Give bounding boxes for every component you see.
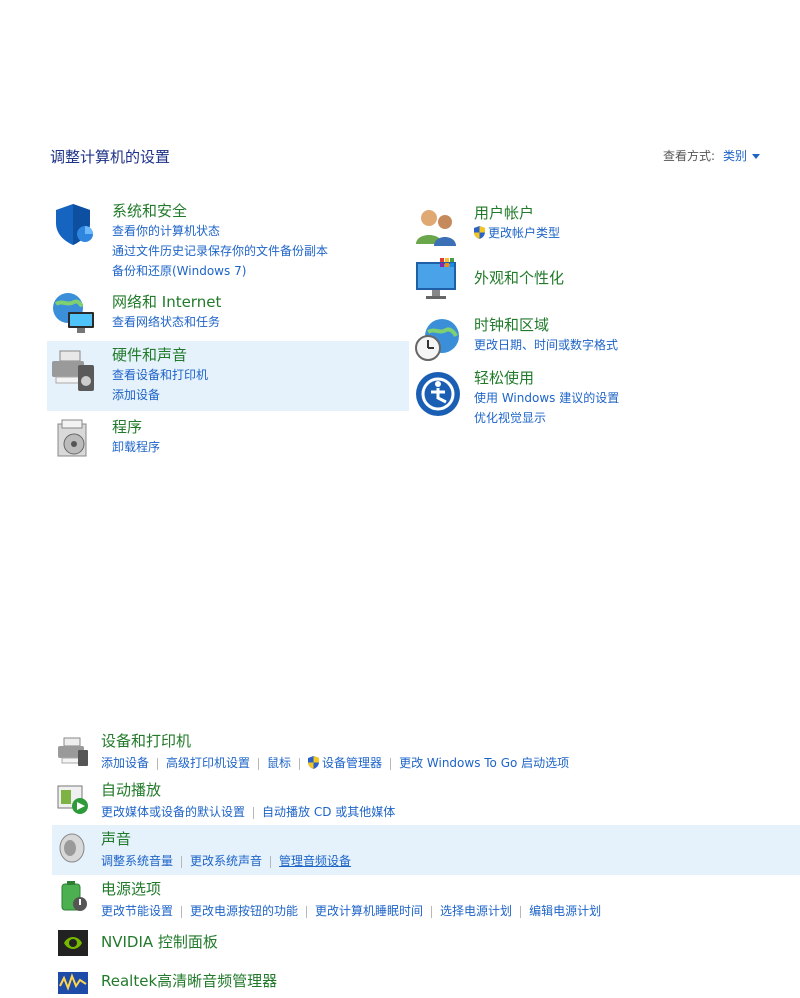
link-devices-printers[interactable]: 查看设备和打印机 xyxy=(112,365,208,385)
realtek-audio-icon[interactable] xyxy=(56,970,90,994)
item-autoplay: 自动播放 更改媒体或设备的默认设置 自动播放 CD 或其他媒体 xyxy=(101,779,395,820)
category-ease: 轻松使用 使用 Windows 建议的设置 优化视觉显示 xyxy=(474,367,619,428)
item-power-links: 更改节能设置 更改电源按钮的功能 更改计算机睡眠时间 选择电源计划 编辑电源计划 xyxy=(101,902,601,919)
category-network-title[interactable]: 网络和 Internet xyxy=(112,291,221,312)
item-power-title[interactable]: 电源选项 xyxy=(101,878,601,899)
link-mouse[interactable]: 鼠标 xyxy=(267,756,291,770)
category-appearance-title[interactable]: 外观和个性化 xyxy=(474,267,564,288)
users-icon[interactable] xyxy=(414,204,460,250)
link-add-device[interactable]: 添加设备 xyxy=(112,385,208,405)
category-network: 网络和 Internet 查看网络状态和任务 xyxy=(112,291,221,332)
link-windows-to-go[interactable]: 更改 Windows To Go 启动选项 xyxy=(399,756,569,770)
uac-shield-icon xyxy=(474,226,485,239)
link-file-history[interactable]: 通过文件历史记录保存你的文件备份副本 xyxy=(112,241,328,261)
clock-globe-icon[interactable] xyxy=(414,316,460,362)
chevron-down-icon[interactable] xyxy=(752,154,760,159)
category-programs-title[interactable]: 程序 xyxy=(112,416,160,437)
category-programs: 程序 卸载程序 xyxy=(112,416,160,457)
item-nvidia-title[interactable]: NVIDIA 控制面板 xyxy=(101,931,218,952)
programs-icon[interactable] xyxy=(54,418,100,464)
category-ease-title[interactable]: 轻松使用 xyxy=(474,367,619,388)
category-clock-title[interactable]: 时钟和区域 xyxy=(474,314,618,335)
divider xyxy=(306,905,308,918)
link-change-account-type[interactable]: 更改帐户类型 xyxy=(474,223,560,243)
monitor-icon[interactable] xyxy=(414,256,460,302)
link-advanced-printer[interactable]: 高级打印机设置 xyxy=(166,756,250,770)
link-change-date-time[interactable]: 更改日期、时间或数字格式 xyxy=(474,335,618,355)
item-realtek-title[interactable]: Realtek高清晰音频管理器 xyxy=(101,970,277,991)
link-windows-recommended[interactable]: 使用 Windows 建议的设置 xyxy=(474,388,619,408)
item-sound-title[interactable]: 声音 xyxy=(101,828,351,849)
category-clock: 时钟和区域 更改日期、时间或数字格式 xyxy=(474,314,618,355)
ease-of-access-icon[interactable] xyxy=(414,370,460,416)
link-autoplay-cd[interactable]: 自动播放 CD 或其他媒体 xyxy=(262,805,395,819)
printer-speaker-icon[interactable] xyxy=(50,347,96,393)
category-user: 用户帐户 更改帐户类型 xyxy=(474,202,560,243)
view-by-dropdown[interactable]: 类别 xyxy=(723,149,747,163)
category-hardware: 硬件和声音 查看设备和打印机 添加设备 xyxy=(112,344,208,405)
category-highlight xyxy=(47,341,409,411)
network-globe-icon[interactable] xyxy=(50,290,96,336)
divider xyxy=(390,757,392,770)
printer-icon[interactable] xyxy=(56,734,90,768)
divider xyxy=(181,905,183,918)
link-change-account-type-label: 更改帐户类型 xyxy=(488,226,561,240)
category-user-title[interactable]: 用户帐户 xyxy=(474,202,560,223)
link-power-saving[interactable]: 更改节能设置 xyxy=(101,904,173,918)
link-uninstall[interactable]: 卸载程序 xyxy=(112,437,160,457)
link-media-defaults[interactable]: 更改媒体或设备的默认设置 xyxy=(101,805,245,819)
link-manage-audio[interactable]: 管理音频设备 xyxy=(279,854,351,868)
page-title: 调整计算机的设置 xyxy=(50,148,171,166)
divider xyxy=(520,905,522,918)
divider xyxy=(253,806,255,819)
nvidia-icon[interactable] xyxy=(56,926,90,960)
item-devices-links: 添加设备 高级打印机设置 鼠标 设备管理器 更改 Windows To Go 启动选项 xyxy=(101,754,569,771)
link-sleep-time[interactable]: 更改计算机睡眠时间 xyxy=(315,904,423,918)
category-system-title[interactable]: 系统和安全 xyxy=(112,200,328,221)
item-nvidia: NVIDIA 控制面板 xyxy=(101,931,218,952)
view-by: 查看方式: 类别 xyxy=(663,147,760,164)
item-devices-title[interactable]: 设备和打印机 xyxy=(101,730,569,751)
item-power: 电源选项 更改节能设置 更改电源按钮的功能 更改计算机睡眠时间 选择电源计划 编辑电源计… xyxy=(101,878,601,919)
battery-icon[interactable] xyxy=(56,880,90,914)
link-power-button[interactable]: 更改电源按钮的功能 xyxy=(190,904,298,918)
item-devices: 设备和打印机 添加设备 高级打印机设置 鼠标 设备管理器 更改 Windows To G… xyxy=(101,730,569,771)
link-network-status[interactable]: 查看网络状态和任务 xyxy=(112,312,221,332)
category-appearance: 外观和个性化 xyxy=(474,267,564,288)
divider xyxy=(258,757,260,770)
shield-icon[interactable] xyxy=(50,201,96,247)
divider xyxy=(157,757,159,770)
link-add-device-2[interactable]: 添加设备 xyxy=(101,756,149,770)
divider xyxy=(431,905,433,918)
category-system: 系统和安全 查看你的计算机状态 通过文件历史记录保存你的文件备份副本 备份和还原… xyxy=(112,200,328,281)
item-autoplay-links: 更改媒体或设备的默认设置 自动播放 CD 或其他媒体 xyxy=(101,803,395,820)
category-hardware-title[interactable]: 硬件和声音 xyxy=(112,344,208,365)
link-view-status[interactable]: 查看你的计算机状态 xyxy=(112,221,328,241)
item-sound-links: 调整系统音量 更改系统声音 管理音频设备 xyxy=(101,852,351,869)
link-choose-plan[interactable]: 选择电源计划 xyxy=(440,904,512,918)
autoplay-icon[interactable] xyxy=(56,782,90,816)
divider xyxy=(299,757,301,770)
link-backup-restore[interactable]: 备份和还原(Windows 7) xyxy=(112,261,328,281)
view-by-label: 查看方式: xyxy=(662,149,715,163)
divider xyxy=(181,855,183,868)
speaker-icon[interactable] xyxy=(56,831,90,865)
link-edit-plan[interactable]: 编辑电源计划 xyxy=(529,904,601,918)
link-adjust-volume[interactable]: 调整系统音量 xyxy=(101,854,173,868)
link-optimize-visual[interactable]: 优化视觉显示 xyxy=(474,408,619,428)
link-change-sounds[interactable]: 更改系统声音 xyxy=(190,854,262,868)
item-sound: 声音 调整系统音量 更改系统声音 管理音频设备 xyxy=(101,828,351,869)
link-device-manager[interactable]: 设备管理器 xyxy=(308,756,382,770)
uac-shield-icon xyxy=(308,756,320,769)
item-realtek: Realtek高清晰音频管理器 xyxy=(101,970,277,991)
divider xyxy=(270,855,272,868)
item-autoplay-title[interactable]: 自动播放 xyxy=(101,779,395,800)
link-device-manager-label: 设备管理器 xyxy=(322,756,383,770)
